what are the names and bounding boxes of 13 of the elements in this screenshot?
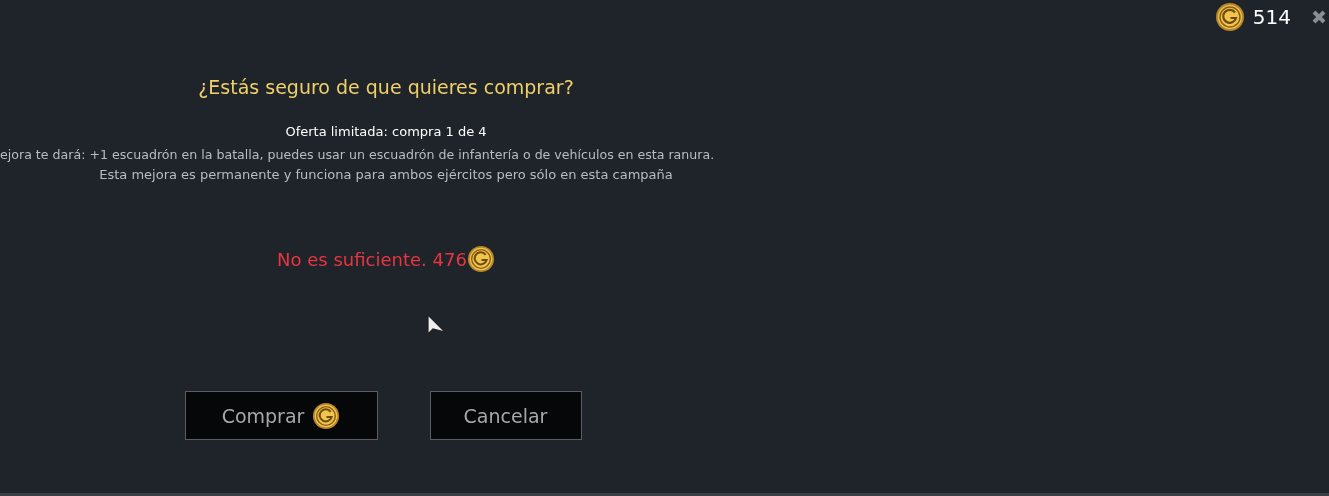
dialog-title: ¿Estás seguro de que quieres comprar? — [198, 76, 574, 100]
cursor-icon — [427, 314, 447, 338]
offer-subtitle: Oferta limitada: compra 1 de 4 — [285, 124, 487, 139]
coin-balance: 514 — [1252, 5, 1291, 29]
buy-button[interactable]: Comprar — [184, 391, 378, 440]
cancel-button[interactable]: Cancelar — [429, 391, 582, 440]
coin-icon — [1214, 2, 1245, 32]
coin-icon — [312, 401, 341, 430]
description-text: ejora te dará: +1 escuadrón en la batalla, puedes usar un escuadrón de infantería o de vehículos en esta ranura. — [0, 146, 715, 164]
warning-text: No es suficiente. 476 — [277, 248, 467, 270]
close-icon[interactable] — [1311, 9, 1327, 25]
description-text: Esta mejora es permanente y funciona para ambos ejércitos pero sólo en esta campaña — [99, 166, 673, 184]
coin-icon — [466, 245, 495, 273]
